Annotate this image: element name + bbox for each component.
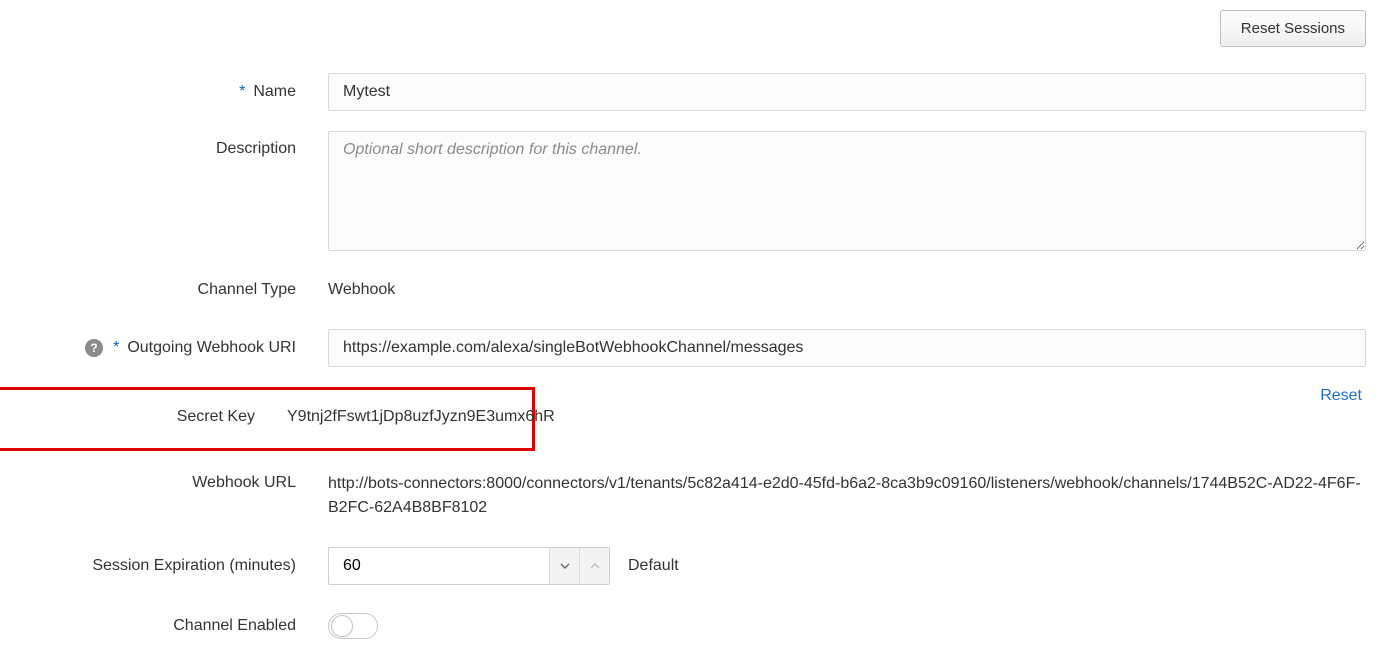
- session-expiration-input[interactable]: [329, 548, 549, 584]
- toggle-knob: [331, 615, 353, 637]
- webhook-url-value: http://bots-connectors:8000/connectors/v…: [328, 465, 1366, 527]
- outgoing-uri-label: Outgoing Webhook URI: [127, 339, 296, 357]
- session-expiration-label-cell: Session Expiration (minutes): [8, 547, 296, 585]
- channel-enabled-label: Channel Enabled: [173, 617, 296, 635]
- webhook-url-label-cell: Webhook URL: [8, 465, 296, 503]
- description-input[interactable]: [328, 131, 1366, 251]
- description-label: Description: [216, 140, 296, 158]
- secret-key-reset-link[interactable]: Reset: [1320, 387, 1370, 405]
- secret-key-label: Secret Key: [177, 408, 255, 426]
- secret-key-highlight: Secret Key Y9tnj2fFswt1jDp8uzfJyzn9E3umx…: [0, 387, 535, 451]
- channel-type-label: Channel Type: [198, 281, 296, 299]
- name-label-cell: * Name: [8, 73, 296, 111]
- name-input[interactable]: [328, 73, 1366, 111]
- webhook-url-label: Webhook URL: [192, 474, 296, 492]
- reset-sessions-button[interactable]: Reset Sessions: [1220, 10, 1366, 47]
- name-label: Name: [253, 83, 296, 101]
- chevron-down-icon[interactable]: [549, 548, 579, 584]
- channel-type-label-cell: Channel Type: [8, 271, 296, 309]
- secret-key-value: Y9tnj2fFswt1jDp8uzfJyzn9E3umx6hR: [287, 398, 555, 436]
- session-expiration-label: Session Expiration (minutes): [92, 557, 296, 575]
- secret-key-label-cell: Secret Key: [0, 398, 255, 436]
- session-expiration-spinner[interactable]: [328, 547, 610, 585]
- channel-enabled-label-cell: Channel Enabled: [8, 607, 296, 645]
- required-asterisk: *: [239, 83, 245, 101]
- required-asterisk: *: [113, 339, 119, 357]
- chevron-up-icon[interactable]: [579, 548, 609, 584]
- help-icon[interactable]: ?: [85, 339, 103, 357]
- channel-form: * Name Description Channel Type Webhook …: [8, 73, 1370, 645]
- channel-enabled-toggle[interactable]: [328, 613, 378, 639]
- channel-type-value: Webhook: [328, 271, 395, 309]
- outgoing-uri-label-cell: ? * Outgoing Webhook URI: [8, 329, 296, 367]
- description-label-cell: Description: [8, 131, 296, 169]
- outgoing-uri-input[interactable]: [328, 329, 1366, 367]
- session-expiration-default-label: Default: [628, 557, 679, 575]
